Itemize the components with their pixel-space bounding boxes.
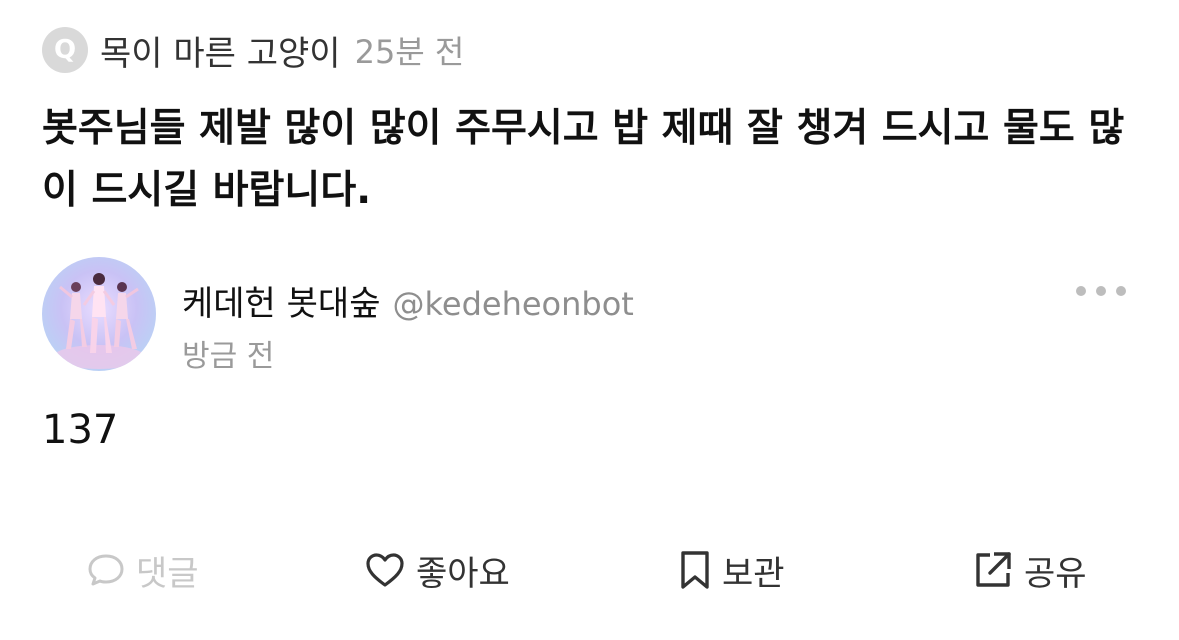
question-header: Q 목이 마른 고양이 25분 전: [42, 26, 464, 74]
author-name[interactable]: 케데헌 봇대숲: [182, 276, 381, 325]
comment-button[interactable]: 댓글: [86, 545, 199, 595]
avatar-image: [42, 257, 156, 371]
author-handle[interactable]: @kedeheonbot: [393, 285, 634, 323]
author-line: 케데헌 봇대숲 @kedeheonbot: [182, 276, 634, 325]
like-button[interactable]: 좋아요: [364, 545, 510, 595]
share-icon: [976, 552, 1011, 587]
answer-timestamp: 방금 전: [182, 339, 275, 374]
heart-icon: [366, 553, 404, 587]
save-label: 보관: [722, 553, 785, 594]
more-dots-icon: [1116, 286, 1126, 296]
answer-text: 137: [42, 407, 119, 453]
avatar[interactable]: [42, 257, 156, 371]
comment-label: 댓글: [136, 553, 199, 594]
share-label: 공유: [1024, 553, 1087, 594]
question-text: 봇주님들 제발 많이 많이 주무시고 밥 제때 잘 챙겨 드시고 물도 많이 드…: [42, 106, 1125, 213]
asker-name[interactable]: 목이 마른 고양이: [100, 26, 341, 75]
share-button[interactable]: 공유: [972, 545, 1087, 595]
like-label: 좋아요: [416, 553, 510, 594]
more-dots-icon: [1096, 286, 1106, 296]
speech-bubble-icon: [88, 554, 124, 586]
question-badge-icon: Q: [42, 27, 88, 73]
bookmark-icon: [681, 551, 709, 589]
more-dots-icon: [1076, 286, 1086, 296]
more-options-button[interactable]: [1076, 278, 1126, 304]
save-button[interactable]: 보관: [678, 545, 785, 595]
question-timestamp: 25분 전: [354, 33, 465, 71]
